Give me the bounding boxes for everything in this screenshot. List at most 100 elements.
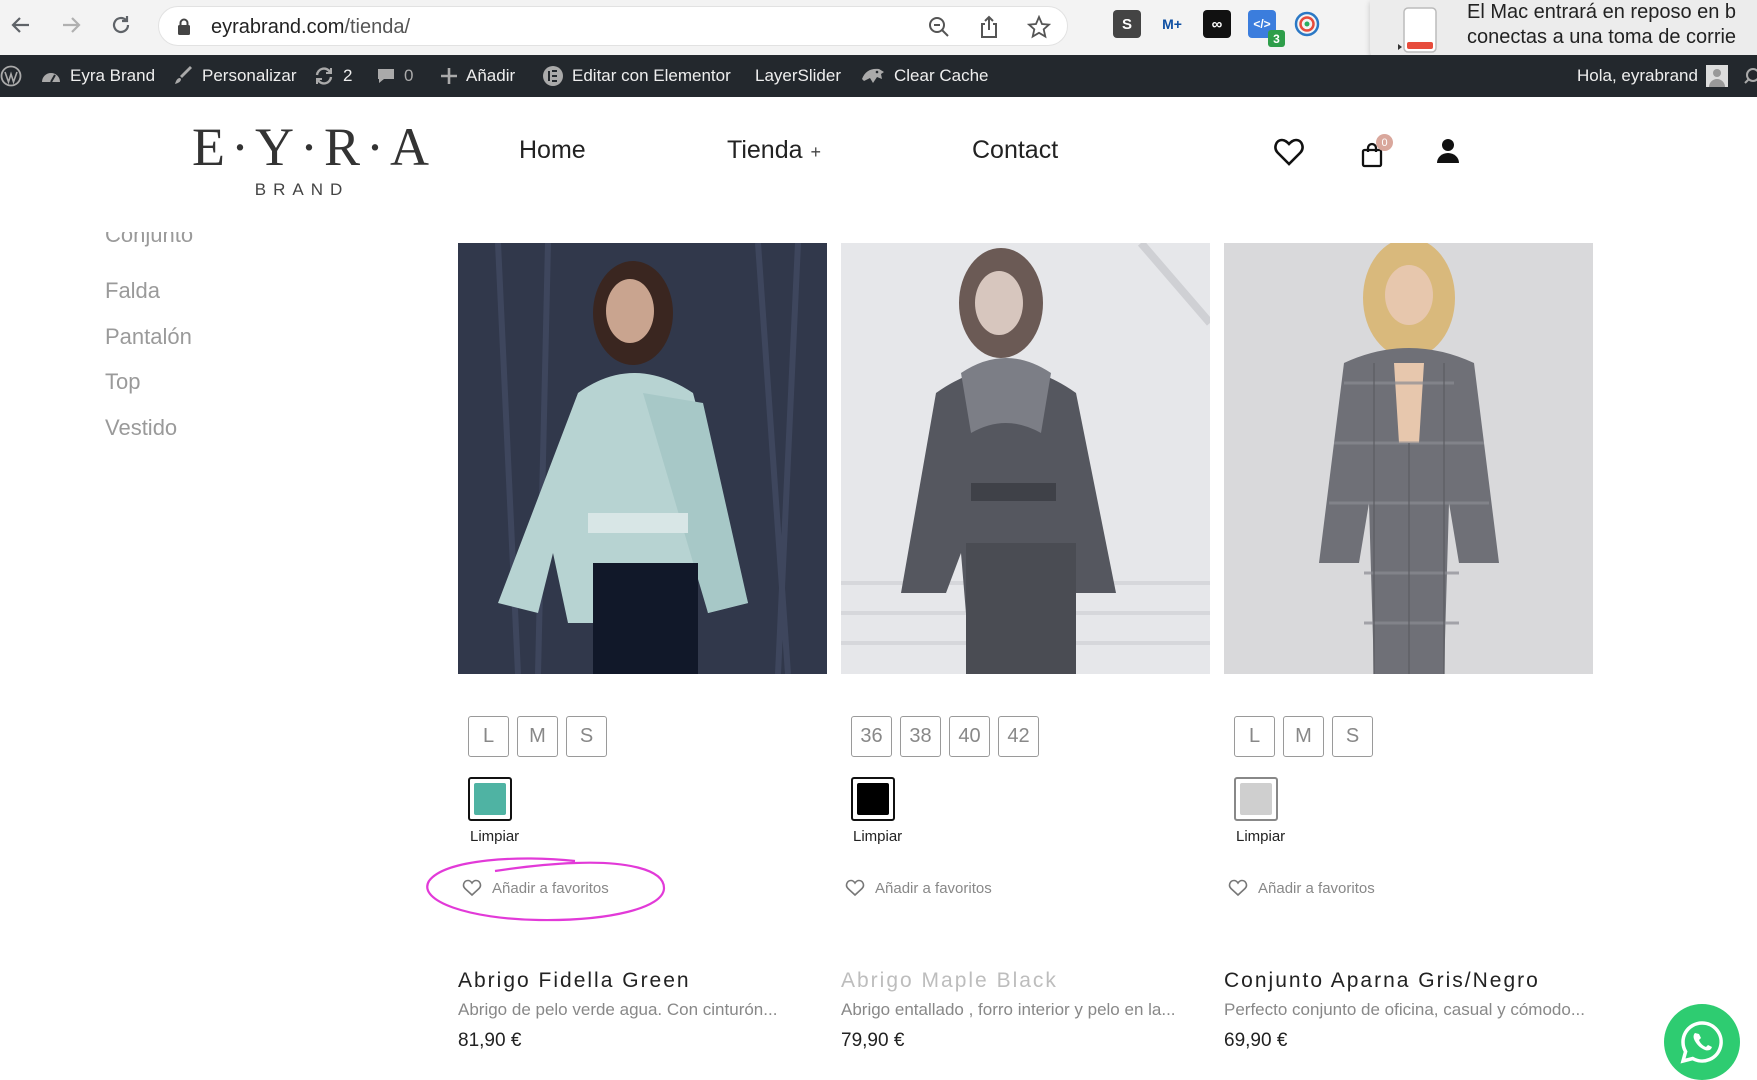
size-option[interactable]: 38 <box>900 716 941 757</box>
size-option[interactable]: L <box>1234 716 1275 757</box>
size-option[interactable]: 36 <box>851 716 892 757</box>
clear-selection-link[interactable]: Limpiar <box>853 828 902 845</box>
header-bottom-mask <box>0 198 1757 213</box>
wishlist-heart-icon[interactable] <box>1274 138 1304 171</box>
product-image[interactable] <box>458 243 827 674</box>
heart-icon <box>1228 879 1248 897</box>
admin-account-link[interactable]: Hola, eyrabrand <box>1577 55 1728 97</box>
size-option[interactable]: M <box>1283 716 1324 757</box>
forward-icon[interactable] <box>54 8 88 42</box>
wordpress-logo-icon[interactable] <box>0 55 22 97</box>
logo-text: E·Y·R·A <box>192 117 435 177</box>
product-title[interactable]: Conjunto Aparna Gris/Negro <box>1224 969 1540 993</box>
back-icon[interactable] <box>4 8 38 42</box>
admin-elementor-link[interactable]: Editar con Elementor <box>542 55 731 97</box>
admin-layerslider-link[interactable]: LayerSlider <box>755 55 841 97</box>
product-price: 79,90 € <box>841 1030 905 1051</box>
nav-home[interactable]: Home <box>519 136 586 165</box>
product-image[interactable] <box>841 243 1210 674</box>
reload-icon[interactable] <box>104 8 138 42</box>
plus-icon <box>441 68 457 84</box>
category-top[interactable]: Top <box>105 369 140 395</box>
clear-selection-link[interactable]: Limpiar <box>470 828 519 845</box>
url-text: eyrabrand.com/tienda/ <box>211 16 410 39</box>
color-swatch-fill <box>857 783 889 815</box>
address-bar[interactable]: eyrabrand.com/tienda/ <box>158 6 1068 46</box>
color-swatch[interactable] <box>851 777 895 821</box>
highlight-annotation-circle <box>426 857 666 922</box>
bookmark-star-icon[interactable] <box>1025 15 1053 39</box>
product-price: 81,90 € <box>458 1030 522 1051</box>
zoom-icon[interactable] <box>925 15 953 39</box>
category-vestido[interactable]: Vestido <box>105 415 177 441</box>
product-card: L M S Limpiar Añadir a favoritos Conjunt… <box>1224 243 1593 1051</box>
product-title[interactable]: Abrigo Fidella Green <box>458 969 691 993</box>
logo-subtext: BRAND <box>254 180 350 199</box>
color-swatch[interactable] <box>468 777 512 821</box>
category-pantalon[interactable]: Pantalón <box>105 324 192 350</box>
extension-movistar-icon[interactable]: M+ <box>1158 10 1186 38</box>
product-price: 69,90 € <box>1224 1030 1288 1051</box>
admin-search-icon[interactable] <box>1744 55 1757 97</box>
admin-add-new-link[interactable]: Añadir <box>440 55 515 97</box>
extension-target-icon[interactable] <box>1293 10 1321 38</box>
lock-icon[interactable] <box>177 18 191 41</box>
avatar <box>1705 65 1728 87</box>
product-image[interactable] <box>1224 243 1593 674</box>
admin-comments-link[interactable]: 0 <box>376 55 413 97</box>
wishlist-label: Añadir a favoritos <box>875 879 992 897</box>
account-user-icon[interactable] <box>1437 138 1459 169</box>
extension-code-icon[interactable]: </> 3 <box>1248 10 1285 47</box>
add-to-wishlist-link[interactable]: Añadir a favoritos <box>1228 879 1375 897</box>
size-options: L M S <box>468 716 607 757</box>
size-option[interactable]: M <box>517 716 558 757</box>
extension-s-icon[interactable]: S <box>1113 10 1141 38</box>
share-icon[interactable] <box>975 15 1003 39</box>
brush-icon <box>175 66 192 84</box>
admin-updates-link[interactable]: 2 <box>313 55 352 97</box>
admin-site-link[interactable]: Eyra Brand <box>40 55 155 97</box>
color-swatch[interactable] <box>1234 777 1278 821</box>
whatsapp-chat-button[interactable] <box>1664 1004 1740 1080</box>
clear-selection-link[interactable]: Limpiar <box>1236 828 1285 845</box>
url-domain: eyrabrand.com <box>211 16 345 38</box>
size-option[interactable]: L <box>468 716 509 757</box>
size-option[interactable]: S <box>566 716 607 757</box>
nav-tienda-label: Tienda <box>727 136 803 164</box>
admin-comments-count: 0 <box>404 66 414 85</box>
nav-tienda-expand: + <box>810 142 822 162</box>
product-description: Perfecto conjunto de oficina, casual y c… <box>1224 1000 1585 1019</box>
size-option[interactable]: S <box>1332 716 1373 757</box>
admin-customize-link[interactable]: Personalizar <box>174 55 297 97</box>
wp-admin-bar: Eyra Brand Personalizar 2 0 Añadir Edita… <box>0 55 1757 97</box>
notification-line-1: El Mac entrará en reposo en b <box>1467 1 1737 23</box>
product-title[interactable]: Abrigo Maple Black <box>841 969 1058 993</box>
product-description: Abrigo entallado , forro interior y pelo… <box>841 1000 1176 1019</box>
nav-contact[interactable]: Contact <box>972 136 1058 165</box>
admin-clear-cache-label: Clear Cache <box>894 66 989 85</box>
color-swatch-fill <box>474 783 506 815</box>
elementor-icon <box>543 66 563 86</box>
notification-line-2: conectas a una toma de corrie <box>1467 26 1737 48</box>
comment-icon <box>378 69 394 83</box>
admin-updates-count: 2 <box>343 66 353 85</box>
nav-tienda[interactable]: Tienda + <box>727 136 821 165</box>
admin-greeting: Hola, eyrabrand <box>1577 66 1698 85</box>
product-description: Abrigo de pelo verde agua. Con cinturón.… <box>458 1000 778 1019</box>
site-logo[interactable]: E·Y·R·A BRAND <box>192 117 435 200</box>
color-swatch-fill <box>1240 783 1272 815</box>
dashboard-icon <box>42 73 60 83</box>
size-options: L M S <box>1234 716 1373 757</box>
sidebar-scroll-mask <box>0 212 420 232</box>
size-option[interactable]: 40 <box>949 716 990 757</box>
cart-count-badge: 0 <box>1376 134 1393 151</box>
add-to-wishlist-link[interactable]: Añadir a favoritos <box>845 879 992 897</box>
product-card: L M S Limpiar Añadir a favoritos Abrigo … <box>458 243 827 1051</box>
product-card: 36 38 40 42 Limpiar Añadir a favoritos A… <box>841 243 1210 1051</box>
admin-clear-cache-link[interactable]: Clear Cache <box>860 55 989 97</box>
size-option[interactable]: 42 <box>998 716 1039 757</box>
cheetah-icon <box>862 68 884 83</box>
size-options: 36 38 40 42 <box>851 716 1039 757</box>
category-falda[interactable]: Falda <box>105 278 160 304</box>
extension-infinity-icon[interactable]: ∞ <box>1203 10 1231 38</box>
